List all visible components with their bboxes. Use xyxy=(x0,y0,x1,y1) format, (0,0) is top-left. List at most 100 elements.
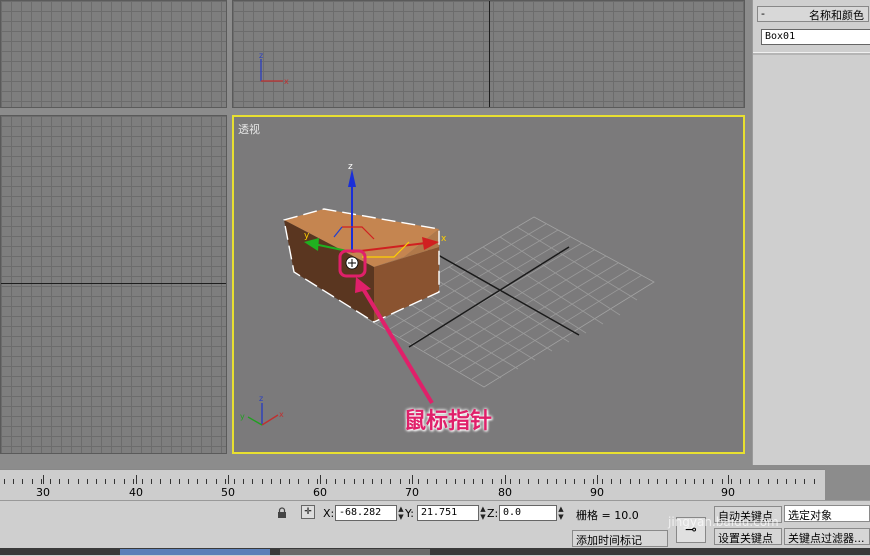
timeline-tick xyxy=(271,479,272,484)
timeline-tick xyxy=(804,479,805,484)
timeline-tick xyxy=(252,479,253,484)
timeline-tick xyxy=(124,479,125,484)
timeline-tick xyxy=(510,479,511,484)
timeline-tick xyxy=(280,479,281,484)
timeline-tick-label: 30 xyxy=(36,486,50,499)
timeline-tick xyxy=(179,479,180,484)
timeline-major-tick xyxy=(728,475,729,484)
timeline-tick-label: 50 xyxy=(221,486,235,499)
timeline-tick xyxy=(418,479,419,484)
timeline-tick xyxy=(13,479,14,484)
timeline-tick xyxy=(326,479,327,484)
collapse-icon[interactable]: - xyxy=(761,7,765,20)
timeline-tick xyxy=(740,479,741,484)
timeline-tick xyxy=(666,479,667,484)
viewport-top-right[interactable]: z x xyxy=(232,0,745,108)
svg-text:z: z xyxy=(259,394,263,403)
timeline-tick xyxy=(584,479,585,484)
timeline-tick xyxy=(289,479,290,484)
svg-text:x: x xyxy=(284,77,289,86)
timeline-tick xyxy=(225,479,226,484)
timeline-tick xyxy=(317,479,318,484)
timeline-tick xyxy=(795,479,796,484)
timeline-tick xyxy=(50,479,51,484)
timeline-major-tick xyxy=(136,475,137,484)
timeline-tick xyxy=(712,479,713,484)
timeline-tick xyxy=(308,479,309,484)
timeline-tick xyxy=(565,479,566,484)
grid-axis-line xyxy=(1,283,226,284)
y-coordinate-field[interactable]: 21.751 xyxy=(417,505,479,521)
timeline-tick xyxy=(298,479,299,484)
timeline-tick xyxy=(455,479,456,484)
selected-object-dropdown[interactable]: 选定对象 xyxy=(784,505,870,522)
set-key-button[interactable]: 设置关键点 xyxy=(714,528,782,545)
timeline-tick xyxy=(777,479,778,484)
lock-icon[interactable] xyxy=(276,507,288,519)
timeline-tick xyxy=(206,479,207,484)
timeline-tick xyxy=(133,479,134,484)
taskbar xyxy=(0,548,870,555)
timeline-tick xyxy=(519,479,520,484)
timeline-major-tick xyxy=(43,475,44,484)
grid-axis-line xyxy=(489,1,490,107)
timeline-tick xyxy=(694,479,695,484)
add-time-tag-button[interactable]: 添加时间标记 xyxy=(572,530,668,547)
timeline-tick xyxy=(151,479,152,484)
key-filters-button[interactable]: 关键点过滤器... xyxy=(784,528,870,545)
timeline-tick-label: 70 xyxy=(405,486,419,499)
timeline-tick xyxy=(41,479,42,484)
timeline-tick xyxy=(676,479,677,484)
z-spinner[interactable]: ▲ ▼ xyxy=(557,505,565,521)
svg-text:z: z xyxy=(348,162,353,172)
timeline-tick xyxy=(722,479,723,484)
timeline-major-tick xyxy=(412,475,413,484)
timeline-tick xyxy=(381,479,382,484)
annotation-label: 鼠标指针 xyxy=(404,409,493,434)
object-name-field[interactable]: Box01 xyxy=(761,29,870,45)
absolute-mode-icon[interactable]: ✛ xyxy=(301,505,315,519)
taskbar-tab[interactable] xyxy=(280,549,430,555)
timeline-tick xyxy=(59,479,60,484)
timeline-tick xyxy=(354,479,355,484)
y-spinner[interactable]: ▲ ▼ xyxy=(479,505,487,521)
rollout-name-color[interactable]: - 名称和颜色 xyxy=(757,6,869,22)
svg-text:x: x xyxy=(279,410,284,419)
timeline-tick xyxy=(372,479,373,484)
timeline-tick xyxy=(234,479,235,484)
viewport-top-left[interactable] xyxy=(0,0,227,108)
taskbar-tab[interactable] xyxy=(120,549,270,555)
timeline-tick xyxy=(574,479,575,484)
timeline-tick xyxy=(197,479,198,484)
timeline-major-tick xyxy=(228,475,229,484)
timeline-tick xyxy=(464,479,465,484)
timeline-tick xyxy=(657,479,658,484)
timeline-tick xyxy=(482,479,483,484)
timeline-tick xyxy=(4,479,5,484)
timeline-tick xyxy=(602,479,603,484)
timeline-tick xyxy=(556,479,557,484)
timeline-tick xyxy=(528,479,529,484)
x-spinner[interactable]: ▲ ▼ xyxy=(397,505,405,521)
timeline-tick xyxy=(630,479,631,484)
x-coordinate-field[interactable]: -68.282 xyxy=(335,505,397,521)
timeline-tick xyxy=(32,479,33,484)
timeline-tick xyxy=(648,479,649,484)
timeline-tick xyxy=(814,479,815,484)
timeline-tick xyxy=(731,479,732,484)
timeline-tick xyxy=(68,479,69,484)
timeline-ruler[interactable]: 30 40 50 60 70 80 90 90 xyxy=(0,469,825,500)
viewport-left[interactable] xyxy=(0,115,227,454)
z-coordinate-field[interactable]: 0.0 xyxy=(499,505,557,521)
z-label: Z: xyxy=(487,507,499,520)
timeline-major-tick xyxy=(505,475,506,484)
timeline-tick-label: 90 xyxy=(590,486,604,499)
timeline-tick xyxy=(22,479,23,484)
timeline-tick xyxy=(758,479,759,484)
timeline-tick-label: 40 xyxy=(129,486,143,499)
svg-text:z: z xyxy=(259,51,263,60)
timeline-tick xyxy=(96,479,97,484)
y-label: Y: xyxy=(405,507,414,520)
timeline-tick xyxy=(749,479,750,484)
timeline-tick xyxy=(142,479,143,484)
